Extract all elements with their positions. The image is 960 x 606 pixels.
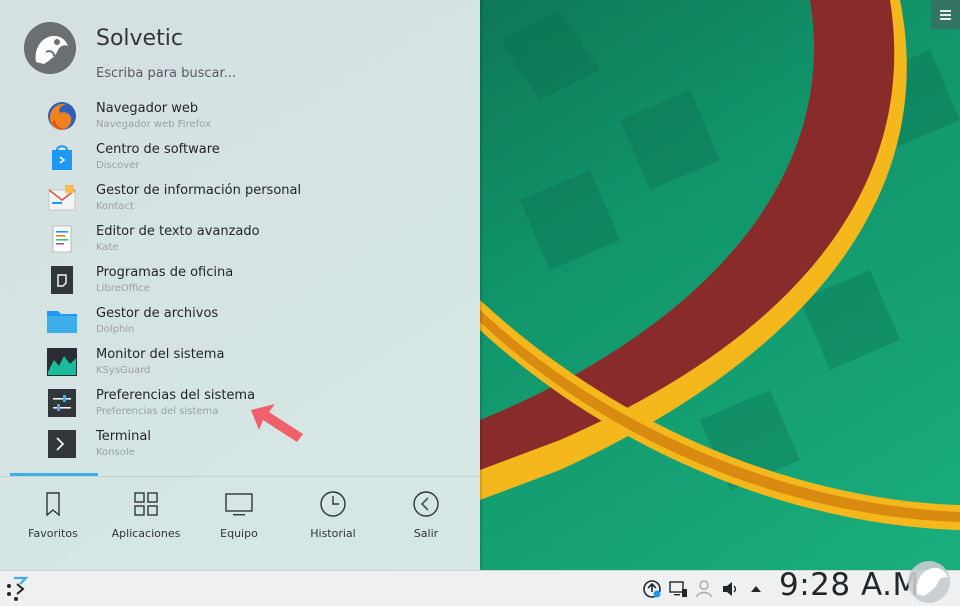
firefox-icon xyxy=(46,100,78,132)
favorites-list: Navegador web Navegador web Firefox Cent… xyxy=(0,96,480,465)
search-input[interactable] xyxy=(94,62,458,84)
monitor-icon xyxy=(225,493,253,516)
update-icon[interactable] xyxy=(642,579,662,599)
grid-icon xyxy=(134,492,158,516)
list-item-navegador-web[interactable]: Navegador web Navegador web Firefox xyxy=(0,96,480,137)
volume-icon[interactable] xyxy=(720,579,740,599)
application-launcher: Solvetic Navegador web Navegador web Fir… xyxy=(0,0,480,570)
launcher-header: Solvetic xyxy=(0,0,480,96)
list-item-editor-de-texto[interactable]: Editor de texto avanzado Kate xyxy=(0,219,480,260)
kontact-icon xyxy=(46,182,78,214)
kate-icon xyxy=(46,223,78,255)
bookmark-icon xyxy=(46,492,60,517)
tab-salir[interactable]: Salir xyxy=(381,480,471,550)
tab-historial[interactable]: Historial xyxy=(288,480,378,550)
launcher-tab-bar: Favoritos Aplicaciones Equipo Historial … xyxy=(0,480,480,550)
back-circle-icon xyxy=(413,491,439,517)
list-item-programas-de-oficina[interactable]: Programas de oficina LibreOffice xyxy=(0,260,480,301)
discover-icon xyxy=(46,141,78,173)
tab-aplicaciones[interactable]: Aplicaciones xyxy=(101,480,191,550)
list-item-monitor-del-sistema[interactable]: Monitor del sistema KSysGuard xyxy=(0,342,480,383)
taskbar: 9:28 A.M. xyxy=(0,567,960,606)
clock-icon xyxy=(320,491,346,517)
libreoffice-icon xyxy=(46,264,78,296)
list-item-gestor-de-archivos[interactable]: Gestor de archivos Dolphin xyxy=(0,301,480,342)
launcher-button[interactable] xyxy=(4,574,32,602)
pointer-arrow-icon xyxy=(251,404,303,442)
tab-bar-divider xyxy=(0,476,480,477)
terminal-icon xyxy=(46,428,78,460)
list-item-terminal[interactable]: Terminal Konsole xyxy=(0,424,480,465)
list-item-preferencias-del-sistema[interactable]: Preferencias del sistema Preferencias de… xyxy=(0,383,480,424)
list-item-gestor-informacion-personal[interactable]: Gestor de información personal Kontact xyxy=(0,178,480,219)
desktop-toolbox-button[interactable] xyxy=(931,0,960,29)
list-item-centro-de-software[interactable]: Centro de software Discover xyxy=(0,137,480,178)
avatar[interactable] xyxy=(24,22,76,74)
folder-icon xyxy=(46,305,78,337)
watermark-logo-icon xyxy=(908,561,950,603)
user-name: Solvetic xyxy=(96,26,183,51)
user-icon[interactable] xyxy=(694,579,714,599)
tab-favoritos[interactable]: Favoritos xyxy=(8,480,98,550)
network-icon[interactable] xyxy=(668,579,688,599)
expand-arrow-icon[interactable] xyxy=(746,579,766,599)
ksysguard-icon xyxy=(46,346,78,378)
tab-equipo[interactable]: Equipo xyxy=(194,480,284,550)
system-settings-icon xyxy=(46,387,78,419)
